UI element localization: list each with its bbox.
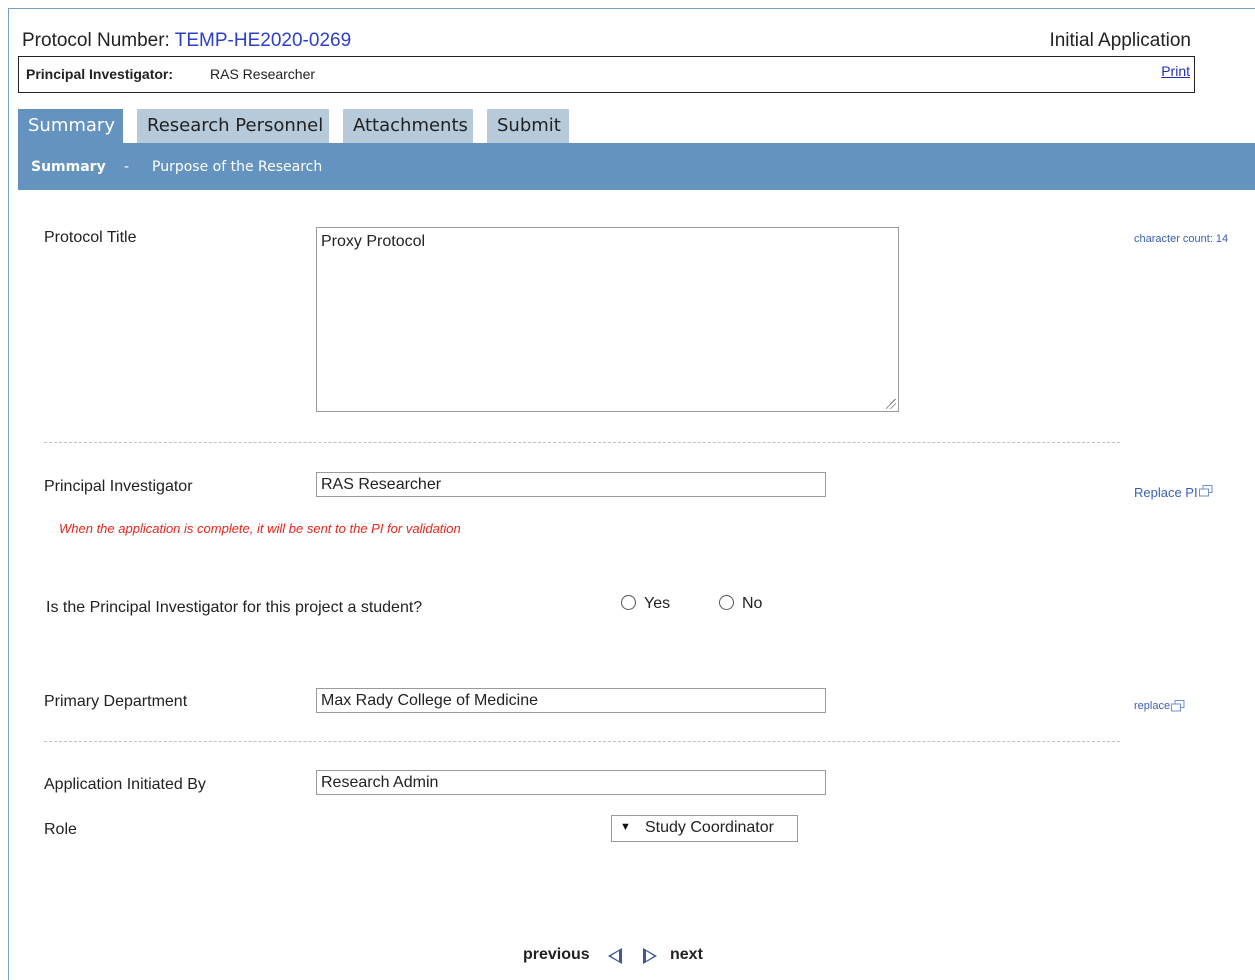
protocol-title-textarea[interactable]: Proxy Protocol bbox=[316, 227, 899, 412]
tab-submit[interactable]: Submit bbox=[487, 109, 569, 143]
next-link[interactable]: next bbox=[670, 946, 703, 964]
sub-navigation-bar: Summary - Purpose of the Research bbox=[18, 143, 1255, 190]
role-selected-value: Study Coordinator bbox=[645, 819, 774, 836]
pi-header-name: RAS Researcher bbox=[210, 66, 316, 82]
pi-field-label: Principal Investigator bbox=[44, 478, 193, 495]
protocol-title-label: Protocol Title bbox=[44, 229, 137, 246]
student-question: Is the Principal Investigator for this p… bbox=[46, 599, 423, 616]
section-divider bbox=[44, 442, 1120, 443]
replace-dept-link[interactable]: replace bbox=[1134, 700, 1185, 715]
caret-down-icon: ▼ bbox=[620, 821, 631, 833]
section-divider bbox=[44, 741, 1120, 742]
replace-dept-label: replace bbox=[1134, 700, 1171, 712]
initiated-by-input[interactable]: Research Admin bbox=[316, 770, 826, 795]
student-no-radio[interactable]: No bbox=[719, 595, 762, 613]
no-label: No bbox=[742, 595, 763, 612]
protocol-number-line: Protocol Number: TEMP-HE2020-0269 bbox=[22, 30, 351, 52]
radio-circle-icon bbox=[621, 595, 636, 610]
protocol-title-value: Proxy Protocol bbox=[321, 233, 426, 250]
previous-arrow-icon[interactable] bbox=[608, 948, 622, 964]
application-type: Initial Application bbox=[1049, 30, 1191, 51]
pi-header-box: Principal Investigator: RAS Researcher P… bbox=[18, 56, 1195, 93]
resize-handle-icon[interactable] bbox=[886, 399, 896, 409]
external-window-icon bbox=[1171, 700, 1185, 715]
tab-attachments[interactable]: Attachments bbox=[343, 109, 473, 143]
protocol-number-label: Protocol Number: bbox=[22, 30, 170, 51]
radio-circle-icon bbox=[719, 595, 734, 610]
pi-header-label: Principal Investigator: bbox=[26, 66, 174, 82]
pi-input[interactable]: RAS Researcher bbox=[316, 472, 826, 497]
subnav-separator: - bbox=[124, 159, 130, 175]
role-select[interactable]: ▼ Study Coordinator bbox=[611, 815, 798, 842]
subnav-section[interactable]: Purpose of the Research bbox=[152, 159, 322, 175]
external-window-icon bbox=[1198, 485, 1213, 500]
protocol-number: TEMP-HE2020-0269 bbox=[174, 30, 352, 51]
subnav-current[interactable]: Summary bbox=[31, 159, 106, 175]
character-count: character count: 14 bbox=[1134, 233, 1229, 245]
replace-pi-link[interactable]: Replace PI bbox=[1134, 485, 1213, 500]
next-arrow-icon[interactable] bbox=[643, 948, 657, 964]
dept-input[interactable]: Max Rady College of Medicine bbox=[316, 688, 826, 713]
initiated-by-label: Application Initiated By bbox=[44, 776, 206, 793]
previous-link[interactable]: previous bbox=[523, 946, 590, 964]
pi-validation-note: When the application is complete, it wil… bbox=[59, 521, 461, 536]
tab-research-personnel[interactable]: Research Personnel bbox=[137, 109, 329, 143]
print-link[interactable]: Print bbox=[1161, 63, 1190, 79]
dept-label: Primary Department bbox=[44, 693, 188, 710]
tab-summary[interactable]: Summary bbox=[18, 109, 123, 143]
student-yes-radio[interactable]: Yes bbox=[621, 595, 670, 613]
role-label: Role bbox=[44, 821, 77, 838]
yes-label: Yes bbox=[644, 595, 671, 612]
replace-pi-label: Replace PI bbox=[1134, 485, 1198, 500]
